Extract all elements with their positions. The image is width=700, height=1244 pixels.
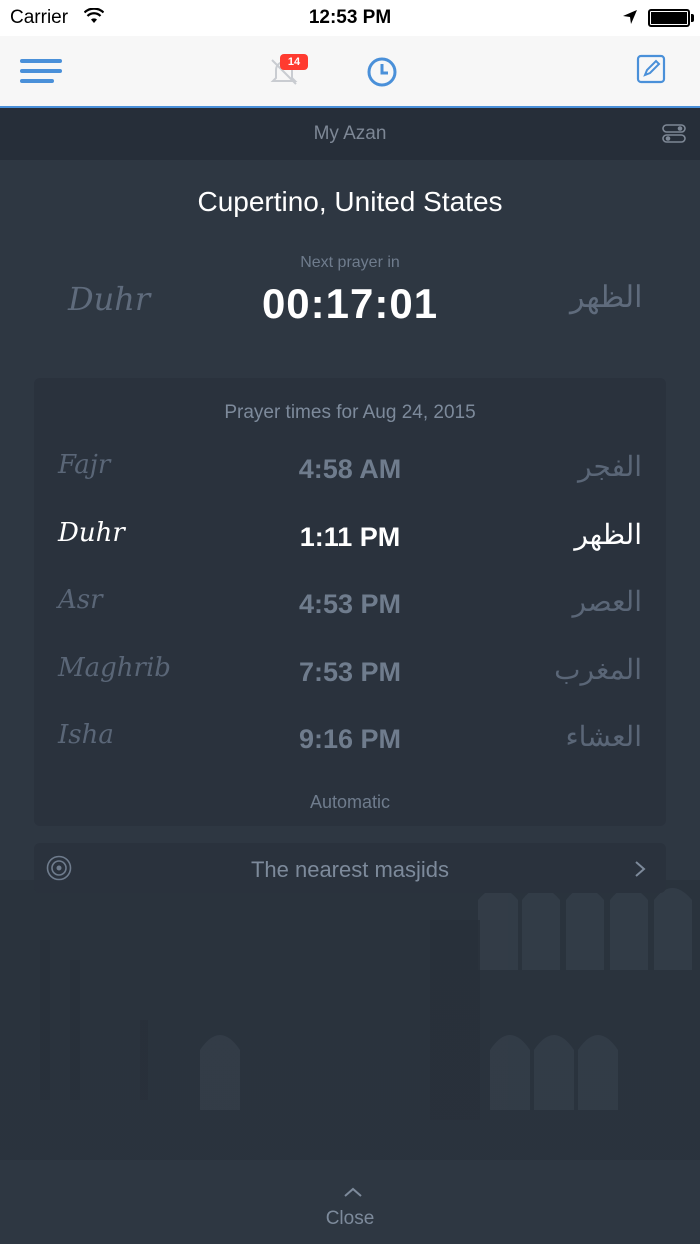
prayer-row-isha: Isha 9:16 PM العشاء xyxy=(34,712,666,772)
chevron-up-icon[interactable] xyxy=(343,1186,363,1198)
close-button[interactable]: Close xyxy=(0,1208,700,1230)
next-prayer-name-en: Duhr xyxy=(68,280,151,318)
nearest-masjids-label: The nearest masjids xyxy=(250,857,450,882)
top-nav-bar: 14 xyxy=(0,36,700,108)
screen-title: My Azan xyxy=(313,123,387,144)
prayer-name-ar: العشاء xyxy=(565,720,643,753)
prayer-name-ar: الظهر xyxy=(574,518,642,551)
next-prayer-label: Next prayer in xyxy=(300,254,400,271)
prayer-times-card: Prayer times for Aug 24, 2015 Fajr 4:58 … xyxy=(34,378,666,826)
nearest-masjids-button[interactable]: The nearest masjids xyxy=(34,843,666,893)
screen-header: My Azan xyxy=(0,108,700,160)
prayer-row-fajr: Fajr 4:58 AM الفجر xyxy=(34,442,666,502)
status-time: 12:53 PM xyxy=(308,7,392,28)
compose-icon[interactable] xyxy=(636,54,666,84)
battery-tip xyxy=(691,14,694,22)
menu-icon[interactable] xyxy=(20,57,62,85)
clock-icon[interactable] xyxy=(366,56,398,88)
prayer-row-maghrib: Maghrib 7:53 PM المغرب xyxy=(34,645,666,705)
prayer-row-duhr: Duhr 1:11 PM الظهر xyxy=(34,510,666,570)
prayer-name-ar: العصر xyxy=(572,585,642,618)
prayer-time: 1:11 PM xyxy=(299,522,401,552)
notification-badge: 14 xyxy=(280,54,308,70)
prayer-name-ar: المغرب xyxy=(554,653,642,686)
calculation-mode[interactable]: Automatic xyxy=(34,792,666,813)
prayer-times-title: Prayer times for Aug 24, 2015 xyxy=(224,402,476,423)
status-bar: Carrier 12:53 PM xyxy=(0,0,700,36)
chevron-right-icon xyxy=(635,861,646,877)
location-arrow-icon xyxy=(623,10,637,24)
location-city: Cupertino, United States xyxy=(197,186,503,217)
prayer-name-ar: الفجر xyxy=(578,450,642,483)
battery-icon xyxy=(648,9,690,27)
next-prayer-name-ar: الظهر xyxy=(570,280,643,315)
prayer-time: 4:58 AM xyxy=(298,454,402,484)
settings-toggle-icon[interactable] xyxy=(662,124,686,144)
prayer-row-asr: Asr 4:53 PM العصر xyxy=(34,577,666,637)
